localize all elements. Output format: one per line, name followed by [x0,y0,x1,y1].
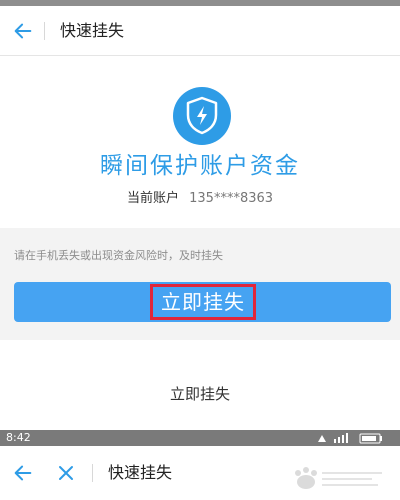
report-loss-button[interactable]: 立即挂失 [14,282,391,322]
tip-text: 请在手机丢失或出现资金风险时，及时挂失 [14,249,223,262]
header-divider [44,22,45,40]
status-bar-second: 8:42 [0,430,400,446]
app-header: 快速挂失 [0,6,400,56]
page-title: 快速挂失 [60,21,125,40]
back-arrow-icon[interactable] [12,462,34,484]
status-time: 8:42 [6,431,31,444]
header-divider [92,464,93,482]
account-number: 135****8363 [189,191,274,206]
back-arrow-icon[interactable] [12,20,34,42]
headline: 瞬间保护账户资金 [100,153,300,179]
status-indicators-icon [318,433,382,444]
watermark-logo-icon [295,467,382,489]
account-row: 当前账户 135****8363 [0,190,400,208]
page-title: 快速挂失 [108,463,173,482]
shield-lightning-icon [173,87,231,145]
report-loss-button-label: 立即挂失 [150,284,256,320]
account-label: 当前账户 [126,191,179,206]
report-loss-secondary-text[interactable]: 立即挂失 [0,384,400,404]
close-icon[interactable] [56,463,76,483]
